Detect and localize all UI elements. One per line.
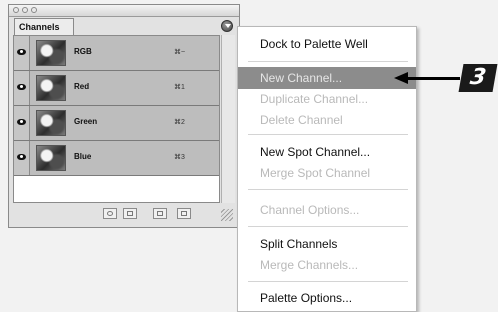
channel-thumbnail	[36, 40, 66, 66]
step-number-badge: 3	[458, 64, 498, 92]
visibility-toggle[interactable]	[14, 141, 30, 175]
eye-icon	[17, 119, 26, 125]
resize-grip[interactable]	[221, 209, 233, 221]
channel-name: RGB	[74, 47, 92, 56]
menu-item-merge-spot-channel: Merge Spot Channel	[260, 166, 371, 180]
palette-flyout-menu: Dock to Palette Well New Channel... Dupl…	[237, 26, 417, 312]
menu-separator	[248, 281, 408, 282]
load-selection-icon[interactable]	[103, 208, 117, 219]
menu-item-palette-options[interactable]: Palette Options...	[238, 287, 416, 309]
palette-menu-button[interactable]	[221, 20, 233, 32]
menu-separator	[248, 226, 408, 227]
visibility-toggle[interactable]	[14, 36, 30, 70]
callout-arrow-line	[400, 77, 460, 80]
menu-separator	[248, 61, 408, 62]
menu-item-split-channels[interactable]: Split Channels	[238, 233, 416, 255]
menu-item-new-channel[interactable]: New Channel...	[238, 67, 416, 89]
channel-name: Green	[74, 117, 98, 126]
visibility-toggle[interactable]	[14, 106, 30, 140]
close-window-icon[interactable]	[13, 7, 19, 13]
palette-bottom-bar	[13, 205, 235, 223]
tab-channels-label: Channels	[19, 22, 60, 32]
visibility-toggle[interactable]	[14, 71, 30, 105]
save-selection-icon[interactable]	[123, 208, 137, 219]
channel-thumbnail	[36, 75, 66, 101]
channel-thumbnail	[36, 110, 66, 136]
channel-shortcut: ⌘2	[174, 119, 185, 126]
channel-name: Red	[74, 82, 90, 91]
channel-row-red[interactable]: Red ⌘1	[14, 71, 219, 106]
channels-palette: Channels RGB ⌘~ Red ⌘1 Green ⌘2 Blue ⌘3	[8, 4, 240, 228]
channel-thumbnail	[36, 145, 66, 171]
eye-icon	[17, 49, 26, 55]
channel-list: RGB ⌘~ Red ⌘1 Green ⌘2 Blue ⌘3	[13, 35, 220, 203]
eye-icon	[17, 154, 26, 160]
menu-separator	[248, 134, 408, 135]
zoom-window-icon[interactable]	[31, 7, 37, 13]
callout-arrow-head-icon	[394, 72, 408, 84]
menu-item-channel-options: Channel Options...	[260, 203, 360, 217]
channel-shortcut: ⌘1	[174, 84, 185, 91]
minimize-window-icon[interactable]	[22, 7, 28, 13]
menu-item-merge-channels: Merge Channels...	[260, 258, 359, 272]
tab-channels[interactable]: Channels	[14, 18, 74, 35]
eye-icon	[17, 84, 26, 90]
menu-item-new-spot-channel[interactable]: New Spot Channel...	[238, 141, 416, 163]
palette-title-bar[interactable]	[9, 5, 239, 17]
menu-separator	[248, 189, 408, 190]
channel-shortcut: ⌘3	[174, 154, 185, 161]
palette-scrollbar[interactable]	[221, 35, 235, 203]
channel-shortcut: ⌘~	[174, 49, 186, 56]
new-channel-icon[interactable]	[153, 208, 167, 219]
menu-item-dock-to-palette-well[interactable]: Dock to Palette Well	[238, 33, 416, 55]
channel-row-blue[interactable]: Blue ⌘3	[14, 141, 219, 176]
channel-row-rgb[interactable]: RGB ⌘~	[14, 36, 219, 71]
trash-icon[interactable]	[177, 208, 191, 219]
channel-row-green[interactable]: Green ⌘2	[14, 106, 219, 141]
menu-item-delete-channel: Delete Channel	[260, 113, 343, 127]
menu-item-duplicate-channel: Duplicate Channel...	[260, 92, 369, 106]
channel-name: Blue	[74, 152, 92, 161]
